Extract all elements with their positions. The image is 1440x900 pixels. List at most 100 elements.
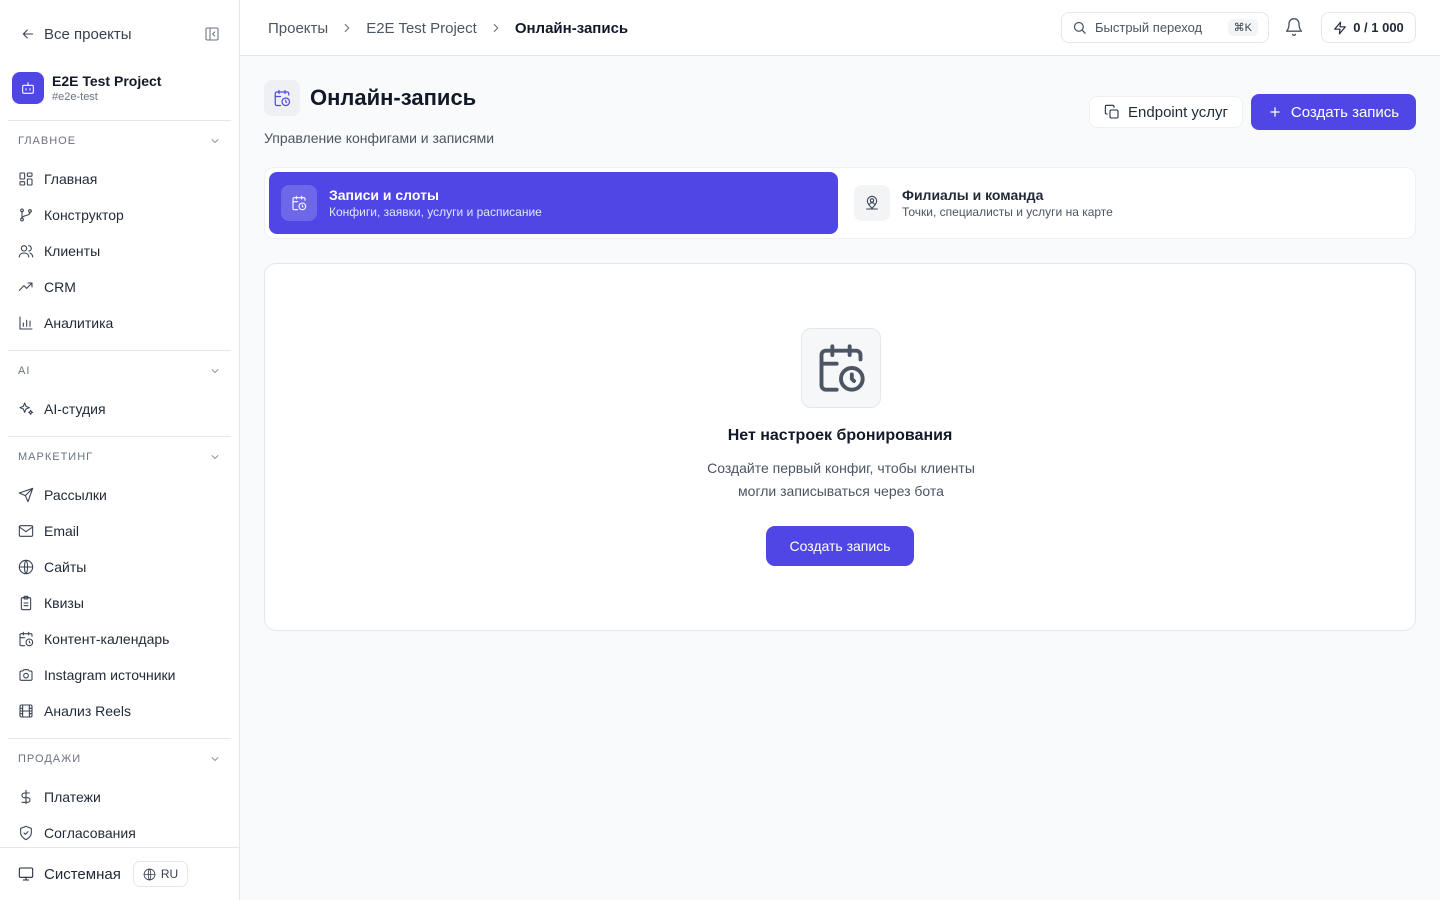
quota-label: 0 / 1 000 (1353, 20, 1404, 35)
mail-icon (18, 523, 34, 539)
page-title: Онлайн-запись (310, 85, 477, 110)
flow-icon (18, 207, 34, 223)
empty-state-card: Нет настроек бронирования Создайте первы… (264, 263, 1416, 631)
sidebar-item-label: Анализ Reels (44, 703, 131, 719)
trending-icon (18, 279, 34, 295)
topbar: Проекты E2E Test Project Онлайн-запись Б… (240, 0, 1440, 56)
all-projects-label: Все проекты (44, 25, 132, 43)
sidebar-item-label: Instagram источники (44, 667, 176, 683)
calendar-clock-icon (264, 80, 300, 116)
sidebar-top-row: Все проекты (20, 22, 220, 46)
search-icon (1072, 20, 1087, 35)
sidebar-item-label: Квизы (44, 595, 84, 611)
arrow-left-icon (20, 26, 36, 42)
sidebar-footer: Системная RU (0, 847, 239, 900)
section-title: AI (18, 365, 31, 377)
sidebar-item-label: Конструктор (44, 207, 124, 223)
sidebar-item-approvals[interactable]: Согласования (0, 815, 239, 847)
sidebar-item-label: AI-студия (44, 401, 106, 417)
sidebar-item-home[interactable]: Главная (0, 161, 239, 197)
section-header-sales[interactable]: Продажи (0, 739, 239, 779)
section-title: Продажи (18, 753, 82, 765)
tab-title: Филиалы и команда (902, 187, 1044, 203)
tabs: Записи и слоты Конфиги, заявки, услуги и… (264, 167, 1416, 239)
users-icon (18, 243, 34, 259)
theme-label: Системная (44, 865, 121, 883)
sidebar-item-label: CRM (44, 279, 76, 295)
language-switcher[interactable]: RU (132, 861, 189, 887)
notifications-bell-icon[interactable] (1284, 17, 1304, 37)
calendar-clock-icon (281, 185, 317, 221)
empty-state-description-line: Создайте первый конфиг, чтобы клиенты (707, 460, 975, 476)
project-name: E2E Test Project (52, 73, 162, 89)
breadcrumb-projects[interactable]: Проекты (268, 20, 328, 37)
sidebar-item-instagram-sources[interactable]: Instagram источники (0, 657, 239, 693)
sidebar-item-email[interactable]: Email (0, 513, 239, 549)
sidebar: Все проекты E2E Test Project #e2e-test Г… (0, 0, 240, 900)
sidebar-item-clients[interactable]: Клиенты (0, 233, 239, 269)
sidebar-item-payments[interactable]: Платежи (0, 779, 239, 815)
usage-quota-badge[interactable]: 0 / 1 000 (1321, 12, 1416, 43)
section-header-main[interactable]: Главное (0, 121, 239, 161)
page-header: Онлайн-запись Управление конфигами и зап… (264, 80, 1416, 146)
sidebar-item-content-calendar[interactable]: Контент-календарь (0, 621, 239, 657)
section-title: Главное (18, 135, 77, 147)
sidebar-item-label: Рассылки (44, 487, 107, 503)
section-header-ai[interactable]: AI (0, 351, 239, 391)
sidebar-item-label: Главная (44, 171, 98, 187)
empty-state-description: Создайте первый конфиг, чтобы клиенты мо… (691, 457, 991, 503)
tab-description: Конфиги, заявки, услуги и расписание (329, 205, 542, 219)
calendar-clock-icon (801, 328, 881, 408)
tab-bookings-slots[interactable]: Записи и слоты Конфиги, заявки, услуги и… (269, 172, 838, 234)
sidebar-item-label: Email (44, 523, 80, 539)
quick-search-button[interactable]: Быстрый переход ⌘K (1061, 12, 1269, 43)
project-slug: #e2e-test (52, 91, 98, 103)
language-label: RU (160, 867, 179, 881)
tab-title: Записи и слоты (329, 187, 439, 203)
sidebar-item-analytics[interactable]: Аналитика (0, 305, 239, 341)
film-icon (18, 703, 34, 719)
chevron-down-icon (209, 365, 221, 377)
chevron-right-icon (489, 21, 503, 35)
globe-icon (18, 559, 34, 575)
sidebar-item-ai-studio[interactable]: AI-студия (0, 391, 239, 427)
sidebar-item-label: Клиенты (44, 243, 101, 259)
sidebar-item-label: Платежи (44, 789, 101, 805)
sidebar-nav[interactable]: Главное Главная Конструктор Клиенты CRM … (0, 120, 239, 847)
sidebar-item-label: Аналитика (44, 315, 114, 331)
sidebar-item-reels-analysis[interactable]: Анализ Reels (0, 693, 239, 729)
sidebar-item-label: Сайты (44, 559, 87, 575)
sidebar-item-builder[interactable]: Конструктор (0, 197, 239, 233)
bot-icon (12, 72, 44, 104)
collapse-sidebar-icon[interactable] (204, 26, 220, 42)
monitor-icon (18, 866, 34, 882)
sparkles-icon (18, 401, 34, 417)
sidebar-item-mailings[interactable]: Рассылки (0, 477, 239, 513)
lightning-icon (1333, 21, 1347, 35)
shield-check-icon (18, 825, 34, 841)
chevron-right-icon (340, 21, 354, 35)
endpoint-button-label: Endpoint услуг (1128, 103, 1228, 121)
all-projects-link[interactable]: Все проекты (20, 26, 132, 43)
sidebar-item-quizzes[interactable]: Квизы (0, 585, 239, 621)
project-switcher[interactable]: E2E Test Project #e2e-test (12, 68, 228, 108)
empty-state-title: Нет настроек бронирования (727, 427, 953, 444)
theme-toggle[interactable]: Системная (18, 866, 121, 883)
sidebar-item-crm[interactable]: CRM (0, 269, 239, 305)
empty-state-create-button[interactable]: Создать запись (766, 526, 914, 566)
copy-icon (1104, 104, 1120, 120)
breadcrumb-current: Онлайн-запись (514, 19, 629, 37)
breadcrumb: Проекты E2E Test Project Онлайн-запись (268, 16, 628, 40)
chevron-down-icon (209, 753, 221, 765)
tab-branches-team[interactable]: Филиалы и команда Точки, специалисты и у… (842, 172, 1411, 234)
quick-search-label: Быстрый переход (1095, 20, 1203, 35)
dashboard-icon (18, 171, 34, 187)
section-header-marketing[interactable]: Маркетинг (0, 437, 239, 477)
clipboard-icon (18, 595, 34, 611)
create-booking-button[interactable]: Создать запись (1251, 94, 1416, 130)
bar-chart-icon (18, 315, 34, 331)
chevron-down-icon (209, 451, 221, 463)
breadcrumb-project[interactable]: E2E Test Project (366, 20, 477, 37)
endpoint-services-button[interactable]: Endpoint услуг (1089, 96, 1243, 128)
sidebar-item-sites[interactable]: Сайты (0, 549, 239, 585)
